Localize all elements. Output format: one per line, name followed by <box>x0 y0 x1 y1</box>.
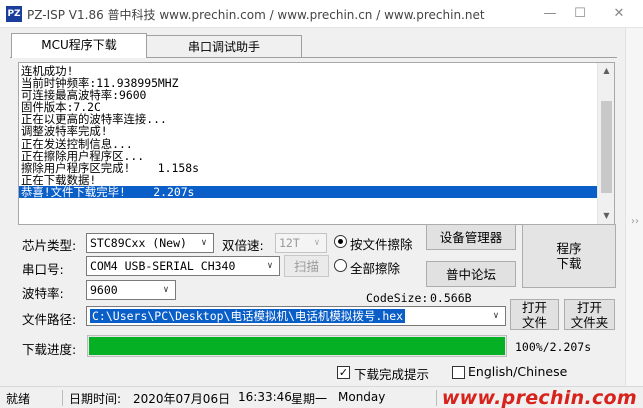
open-file-button[interactable]: 打开 文件 <box>510 299 559 330</box>
scroll-thumb[interactable] <box>601 101 612 193</box>
double-speed-value: 12T <box>279 236 300 250</box>
download-done-tip-checkbox[interactable]: ✓ <box>337 366 350 379</box>
progress-label: 下载进度: <box>22 342 77 357</box>
progress-fill <box>89 337 505 355</box>
baud-label: 波特率: <box>22 286 64 301</box>
scan-button[interactable]: 扫描 <box>284 255 329 277</box>
program-download-button[interactable]: 程序 下载 <box>522 224 616 288</box>
progress-text: 100%/2.207s <box>515 340 592 354</box>
status-date: 2020年07月06日 <box>133 392 231 406</box>
status-separator <box>62 390 63 406</box>
open-file-line2: 文件 <box>521 314 547 330</box>
status-weekday-en: Monday <box>338 390 386 404</box>
scroll-down-icon[interactable]: ▼ <box>598 208 614 224</box>
chevron-down-icon: ∨ <box>267 261 273 271</box>
file-path-select[interactable]: C:\Users\PC\Desktop\电话模拟机\电话机模拟拨号.hex ∨ <box>86 306 506 326</box>
maximize-icon[interactable]: ☐ <box>566 4 594 24</box>
chip-type-label: 芯片类型: <box>22 238 77 253</box>
chevron-down-icon: ∨ <box>493 311 499 321</box>
app-icon: PZ <box>6 6 22 22</box>
double-speed-select[interactable]: 12T ∨ <box>275 233 327 253</box>
program-download-line2: 下载 <box>556 256 582 271</box>
status-time: 16:33:46 <box>238 390 292 404</box>
codesize-label: CodeSize: <box>366 291 429 305</box>
erase-all-radio[interactable] <box>334 259 347 272</box>
log-line: 调整波特率完成! <box>21 124 108 139</box>
chevron-down-icon: ∨ <box>163 285 169 295</box>
open-folder-button[interactable]: 打开 文件夹 <box>564 299 615 330</box>
side-panel-strip: ›› <box>625 28 643 386</box>
chip-type-select[interactable]: STC89Cxx (New) ∨ <box>86 233 214 253</box>
expand-chevron-icon[interactable]: ›› <box>626 216 643 227</box>
chevron-down-icon: ∨ <box>314 238 320 248</box>
file-path-label: 文件路径: <box>22 312 77 327</box>
window-title: PZ-ISP V1.86 普中科技 www.prechin.com / www.… <box>27 8 485 22</box>
erase-by-file-label[interactable]: 按文件擦除 <box>350 234 413 253</box>
log-output[interactable]: 连机成功! 当前时钟频率:11.938995MHZ 可连接最高波特率:9600 固件版… <box>18 62 615 225</box>
download-progress-bar <box>87 335 507 357</box>
log-lines: 连机成功! 当前时钟频率:11.938995MHZ 可连接最高波特率:9600 固件版… <box>19 65 598 198</box>
port-select[interactable]: COM4 USB-SERIAL CH340 ∨ <box>86 256 280 276</box>
language-checkbox[interactable] <box>452 366 465 379</box>
log-line: 擦除用户程序区完成! 1.158s <box>21 160 199 175</box>
program-download-line1: 程序 <box>556 241 582 256</box>
language-label[interactable]: English/Chinese <box>468 364 567 379</box>
status-separator <box>436 390 437 406</box>
forum-button[interactable]: 普中论坛 <box>426 261 516 287</box>
tab-serial-assistant[interactable]: 串口调试助手 <box>146 35 302 57</box>
baud-value: 9600 <box>90 283 118 297</box>
close-icon[interactable]: ✕ <box>605 4 633 24</box>
status-date-label: 日期时间: <box>69 392 122 406</box>
open-file-line1: 打开 <box>521 299 547 315</box>
log-line: 正在擦除用户程序区... <box>21 148 145 163</box>
title-bar: PZ PZ-ISP V1.86 普中科技 www.prechin.com / w… <box>0 0 643 28</box>
baud-select[interactable]: 9600 ∨ <box>86 280 176 300</box>
scroll-up-icon[interactable]: ▲ <box>598 63 614 79</box>
port-label: 串口号: <box>22 262 64 277</box>
download-done-tip-label[interactable]: 下载完成提示 <box>354 364 429 383</box>
double-speed-label: 双倍速: <box>222 238 264 253</box>
device-manager-button[interactable]: 设备管理器 <box>426 224 516 250</box>
log-line: 可连接最高波特率:9600 <box>21 88 147 103</box>
status-weekday: 星期一 <box>291 392 328 406</box>
minimize-icon[interactable]: — <box>536 4 564 24</box>
file-path-value: C:\Users\PC\Desktop\电话模拟机\电话机模拟拨号.hex <box>90 309 406 323</box>
codesize-value: 0.566B <box>430 291 472 305</box>
port-value: COM4 USB-SERIAL CH340 <box>90 259 236 273</box>
erase-by-file-radio[interactable] <box>334 235 347 248</box>
log-line: 正在发送控制信息... <box>21 136 133 151</box>
erase-all-label[interactable]: 全部擦除 <box>350 258 400 277</box>
open-folder-line1: 打开 <box>576 299 602 315</box>
status-state: 就绪 <box>6 392 31 406</box>
app-window: PZ PZ-ISP V1.86 普中科技 www.prechin.com / w… <box>0 0 643 408</box>
chip-type-value: STC89Cxx (New) <box>90 236 187 250</box>
website-watermark: www.prechin.com <box>441 387 637 408</box>
log-scrollbar[interactable]: ▲ ▼ <box>597 63 614 224</box>
log-line: 恭喜!文件下载完毕! 2.207s <box>19 186 598 198</box>
chevron-down-icon: ∨ <box>201 238 207 248</box>
checkmark-icon: ✓ <box>338 366 349 379</box>
open-folder-line2: 文件夹 <box>570 314 609 330</box>
tab-mcu-download[interactable]: MCU程序下载 <box>11 33 147 58</box>
